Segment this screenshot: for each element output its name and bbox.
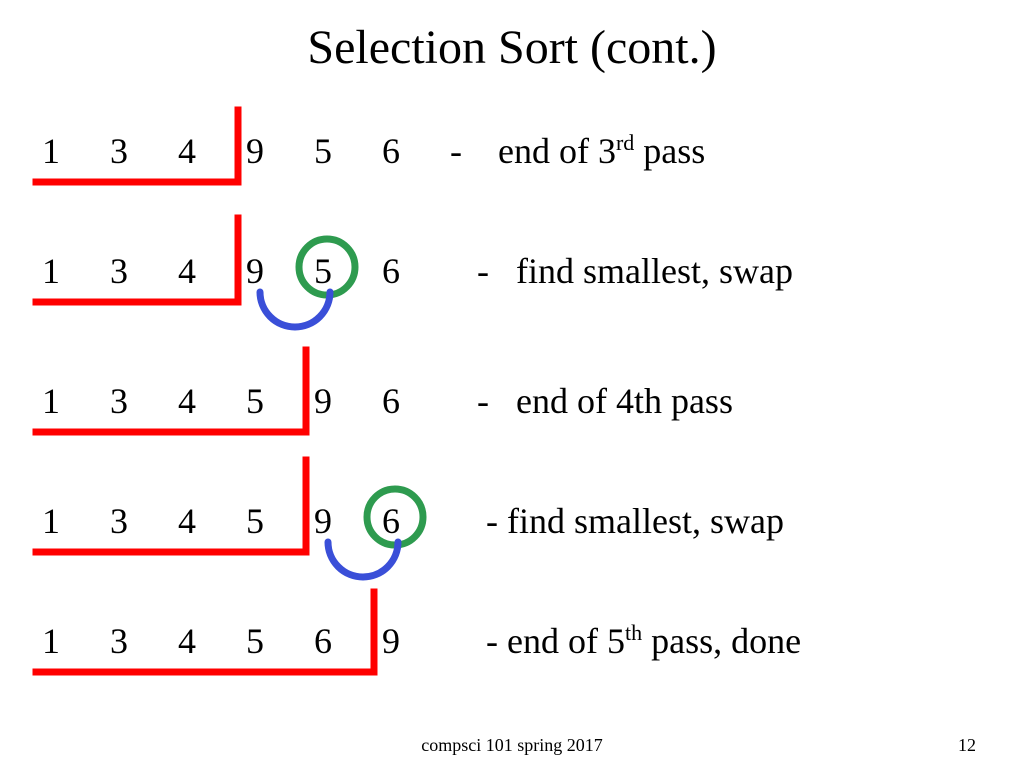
array-cell: 5 (246, 620, 314, 662)
row-caption-suffix: pass, done (642, 621, 801, 661)
row-caption-text: - end of 4th pass (450, 381, 733, 421)
array-cell: 6 (382, 380, 450, 422)
row-caption-text: - find smallest, swap (450, 501, 784, 541)
array-cell: 4 (178, 250, 246, 292)
array-cell: 5 (246, 500, 314, 542)
array-cell: 9 (314, 380, 382, 422)
array-cell: 3 (110, 380, 178, 422)
array-cell: 5 (314, 250, 382, 292)
array-cell: 1 (42, 500, 110, 542)
row-caption: - find smallest, swap (450, 501, 784, 541)
row-caption-text: - find smallest, swap (450, 251, 793, 291)
array-cell: 4 (178, 130, 246, 172)
swap-arc-row4 (328, 542, 398, 577)
array-row-4: 134596 - find smallest, swap (42, 500, 784, 542)
array-cell: 1 (42, 620, 110, 662)
array-cell: 3 (110, 620, 178, 662)
array-cell: 6 (314, 620, 382, 662)
row-caption: - end of 3rd pass (450, 131, 705, 171)
footer-course: compsci 101 spring 2017 (0, 735, 1024, 756)
array-cell: 1 (42, 250, 110, 292)
array-cell: 9 (382, 620, 450, 662)
row-caption: - find smallest, swap (450, 251, 793, 291)
row-caption: - end of 4th pass (450, 381, 733, 421)
array-cell: 9 (246, 130, 314, 172)
row-caption: - end of 5th pass, done (450, 621, 801, 661)
row-caption-sup: th (625, 620, 642, 645)
slide-title: Selection Sort (cont.) (0, 20, 1024, 75)
array-cell: 4 (178, 500, 246, 542)
array-row-5: 134569 - end of 5th pass, done (42, 620, 801, 662)
row-caption-suffix: pass (634, 131, 705, 171)
array-row-1: 134956- end of 3rd pass (42, 130, 705, 172)
footer-page-number: 12 (958, 735, 976, 756)
array-cell: 3 (110, 130, 178, 172)
array-cell: 9 (246, 250, 314, 292)
array-cell: 6 (382, 250, 450, 292)
array-cell: 1 (42, 380, 110, 422)
array-cell: 5 (314, 130, 382, 172)
array-row-3: 134596 - end of 4th pass (42, 380, 733, 422)
row-caption-sup: rd (616, 130, 634, 155)
array-cell: 4 (178, 620, 246, 662)
array-cell: 1 (42, 130, 110, 172)
array-cell: 6 (382, 500, 450, 542)
row-caption-text: - end of 5 (450, 621, 625, 661)
array-cell: 3 (110, 250, 178, 292)
row-caption-text: - end of 3 (450, 131, 616, 171)
swap-arc-row2 (260, 292, 330, 327)
array-cell: 5 (246, 380, 314, 422)
array-cell: 3 (110, 500, 178, 542)
array-cell: 9 (314, 500, 382, 542)
array-cell: 4 (178, 380, 246, 422)
array-row-2: 134956 - find smallest, swap (42, 250, 793, 292)
array-cell: 6 (382, 130, 450, 172)
